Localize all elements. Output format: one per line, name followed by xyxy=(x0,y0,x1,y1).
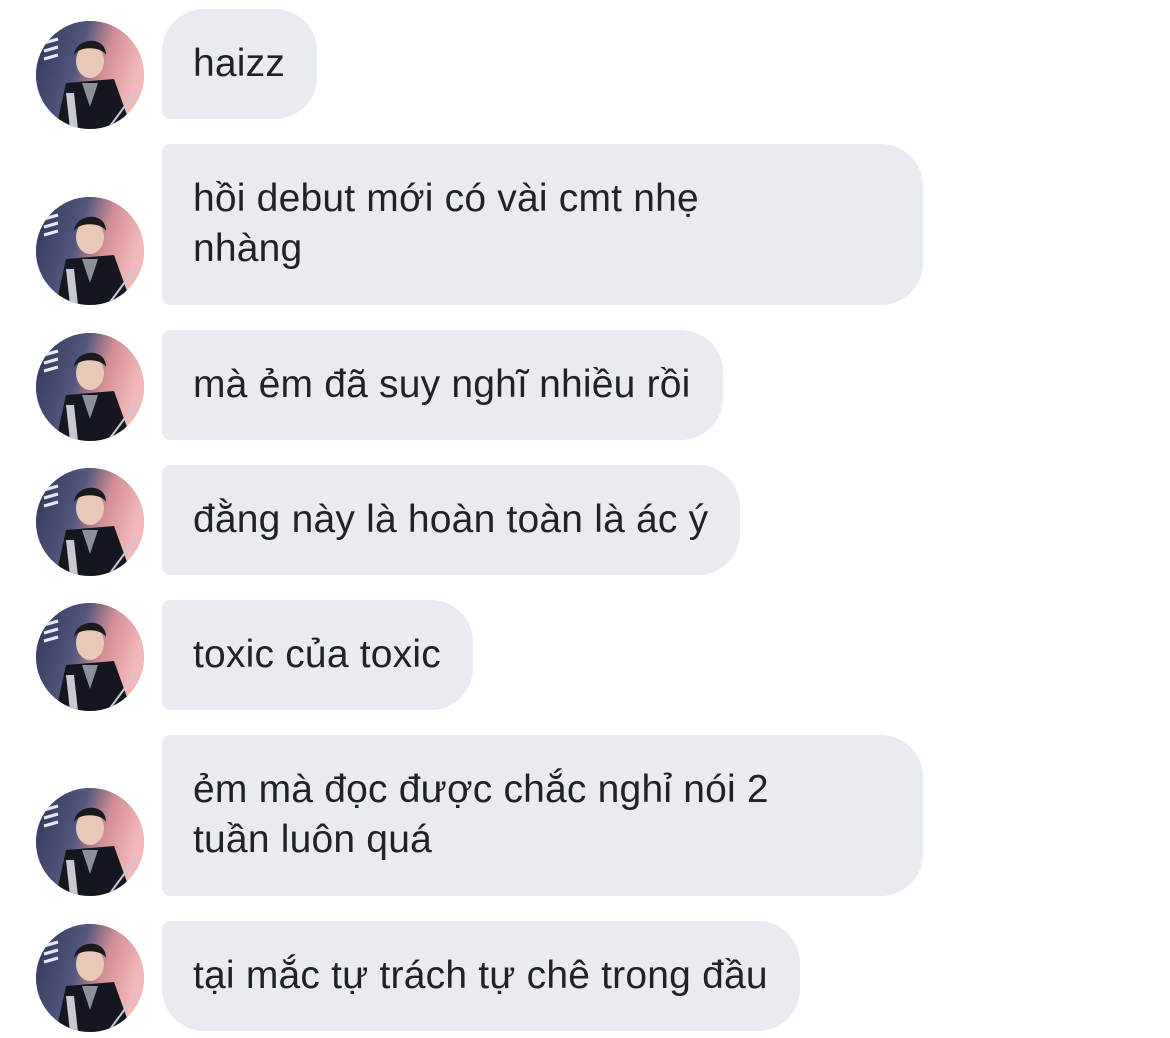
message-bubble[interactable]: đằng này là hoàn toàn là ác ý xyxy=(162,465,741,575)
message-row: haizz xyxy=(0,9,1170,129)
message-row: hồi debut mới có vài cmt nhẹ nhàng xyxy=(0,144,1170,305)
message-row: toxic của toxic xyxy=(0,600,1170,711)
avatar-icon xyxy=(36,788,144,896)
avatar[interactable] xyxy=(36,924,144,1032)
avatar[interactable] xyxy=(36,603,144,711)
avatar[interactable] xyxy=(36,333,144,441)
avatar[interactable] xyxy=(36,788,144,896)
message-row: ẻm mà đọc được chắc nghỉ nói 2 tuần luôn… xyxy=(0,735,1170,896)
avatar[interactable] xyxy=(36,468,144,576)
message-row: đằng này là hoàn toàn là ác ý xyxy=(0,465,1170,576)
avatar-icon xyxy=(36,333,144,441)
message-bubble[interactable]: ẻm mà đọc được chắc nghỉ nói 2 tuần luôn… xyxy=(162,735,923,896)
message-thread: haizz hồi debut mới có vài cmt nhẹ nhàng… xyxy=(0,0,1170,1038)
message-row: mà ẻm đã suy nghĩ nhiều rồi xyxy=(0,330,1170,441)
message-bubble[interactable]: haizz xyxy=(162,9,318,119)
avatar-icon xyxy=(36,197,144,305)
avatar[interactable] xyxy=(36,197,144,305)
avatar-icon xyxy=(36,603,144,711)
message-bubble[interactable]: hồi debut mới có vài cmt nhẹ nhàng xyxy=(162,144,923,305)
avatar[interactable] xyxy=(36,21,144,129)
message-bubble[interactable]: mà ẻm đã suy nghĩ nhiều rồi xyxy=(162,330,723,440)
avatar-icon xyxy=(36,21,144,129)
avatar-icon xyxy=(36,468,144,576)
avatar-icon xyxy=(36,924,144,1032)
message-row: tại mắc tự trách tự chê trong đầu xyxy=(0,921,1170,1032)
message-bubble[interactable]: tại mắc tự trách tự chê trong đầu xyxy=(162,921,800,1031)
message-bubble[interactable]: toxic của toxic xyxy=(162,600,473,710)
